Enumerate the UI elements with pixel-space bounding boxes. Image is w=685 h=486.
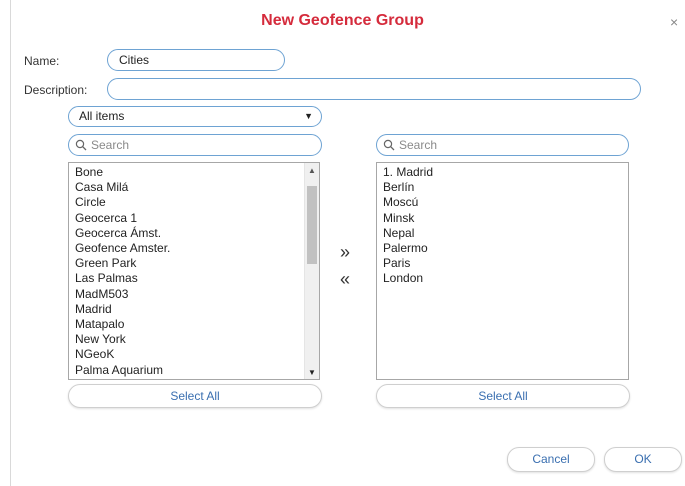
list-item[interactable]: 1. Madrid — [383, 165, 628, 180]
list-item[interactable]: Palma Aquarium — [75, 363, 319, 378]
close-icon[interactable]: × — [670, 14, 678, 30]
scrollbar-thumb[interactable] — [307, 186, 317, 265]
description-input[interactable] — [107, 78, 641, 100]
name-label: Name: — [24, 54, 60, 68]
list-item[interactable]: Geofence Amster. — [75, 241, 319, 256]
list-item[interactable]: NGeoK — [75, 347, 319, 362]
name-input[interactable]: Cities — [107, 49, 285, 71]
right-search-input[interactable]: Search — [376, 134, 629, 156]
list-item[interactable]: Moscú — [383, 195, 628, 210]
right-search-placeholder: Search — [399, 138, 438, 152]
list-item[interactable]: Bone — [75, 165, 319, 180]
left-search-input[interactable]: Search — [68, 134, 322, 156]
cancel-button[interactable]: Cancel — [507, 447, 595, 472]
list-item[interactable]: Berlín — [383, 180, 628, 195]
description-label: Description: — [24, 83, 88, 97]
list-item[interactable]: Paris — [383, 256, 628, 271]
left-select-all-button[interactable]: Select All — [68, 384, 322, 408]
available-items-list[interactable]: Bone Casa Milá Circle Geocerca 1 Geocerca Ám… — [68, 162, 320, 380]
list-item[interactable]: London — [383, 271, 628, 286]
list-item[interactable]: Minsk — [383, 211, 628, 226]
list-item[interactable]: Green Park — [75, 256, 319, 271]
dialog-title: New Geofence Group — [261, 12, 424, 29]
filter-select-value: All items — [79, 109, 125, 123]
ok-button[interactable]: OK — [604, 447, 682, 472]
list-item[interactable]: Matapalo — [75, 317, 319, 332]
double-chevron-right-icon[interactable]: » — [340, 243, 350, 261]
scroll-down-icon[interactable]: ▼ — [305, 368, 319, 377]
available-items: Bone Casa Milá Circle Geocerca 1 Geocerca Ám… — [69, 163, 319, 378]
list-item[interactable]: Las Palmas — [75, 271, 319, 286]
list-item[interactable]: Madrid — [75, 302, 319, 317]
list-item[interactable]: Geocerca 1 — [75, 211, 319, 226]
search-icon — [75, 139, 87, 151]
list-item[interactable]: Circle — [75, 195, 319, 210]
selected-items: 1. Madrid Berlín Moscú Minsk Nepal Palermo Par… — [377, 163, 628, 287]
list-item[interactable]: New York — [75, 332, 319, 347]
search-icon — [383, 139, 395, 151]
left-search-placeholder: Search — [91, 138, 130, 152]
double-chevron-left-icon[interactable]: « — [340, 270, 350, 288]
right-select-all-button[interactable]: Select All — [376, 384, 630, 408]
left-list-scrollbar[interactable]: ▲ ▼ — [304, 163, 319, 379]
chevron-down-icon: ▼ — [304, 111, 313, 121]
selected-items-list[interactable]: 1. Madrid Berlín Moscú Minsk Nepal Palermo Par… — [376, 162, 629, 380]
list-item[interactable]: Palermo — [383, 241, 628, 256]
list-item[interactable]: Casa Milá — [75, 180, 319, 195]
scroll-up-icon[interactable]: ▲ — [305, 166, 319, 175]
list-item[interactable]: Nepal — [383, 226, 628, 241]
list-item[interactable]: MadM503 — [75, 287, 319, 302]
filter-select[interactable]: All items ▼ — [68, 106, 322, 127]
list-item[interactable]: Geocerca Ámst. — [75, 226, 319, 241]
